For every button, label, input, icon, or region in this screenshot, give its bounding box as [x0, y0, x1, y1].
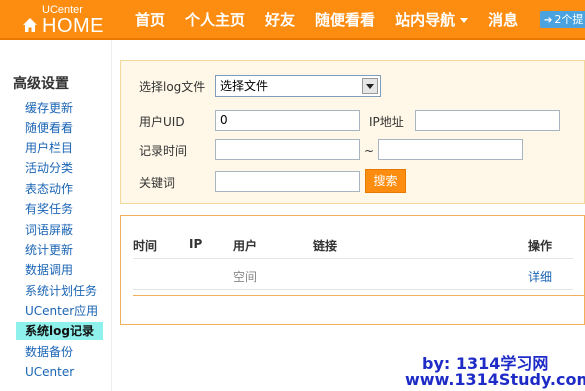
results-table: 时间 IP 用户 链接 操作 空间 详细 [133, 216, 585, 296]
notification-badge[interactable]: ➔ 2个提 [540, 11, 585, 28]
sidebar-item-reward-tasks[interactable]: 有奖任务 [25, 201, 73, 217]
time-from-input[interactable] [215, 139, 360, 160]
nav-home[interactable]: 首页 [135, 0, 165, 40]
nav-browse[interactable]: 随便看看 [315, 0, 375, 40]
results-panel: 时间 IP 用户 链接 操作 空间 详细 [120, 215, 585, 325]
sidebar-item-browse[interactable]: 随便看看 [25, 120, 73, 136]
sidebar-item-data-call[interactable]: 数据调用 [25, 262, 73, 278]
arrow-right-icon: ➔ [544, 15, 553, 26]
header-divider [133, 258, 573, 259]
col-header-link: 链接 [313, 239, 338, 253]
keyword-label: 关键词 [139, 176, 176, 190]
sidebar-item-stats-update[interactable]: 统计更新 [25, 242, 73, 258]
logfile-select[interactable]: 选择文件 [215, 75, 381, 97]
nav-site-navigation[interactable]: 站内导航 [395, 0, 469, 40]
col-header-action: 操作 [528, 239, 553, 253]
uid-label: 用户UID [139, 115, 185, 129]
uid-input[interactable]: 0 [215, 110, 360, 131]
logfile-select-value: 选择文件 [220, 79, 269, 93]
time-to-input[interactable] [378, 139, 523, 160]
site-logo[interactable]: UCenter HOME [22, 3, 112, 37]
logo-big-text: HOME [42, 15, 104, 37]
row-divider [133, 289, 573, 290]
dropdown-arrow-icon[interactable] [362, 78, 378, 94]
nav-personal-page[interactable]: 个人主页 [185, 0, 245, 40]
detail-link[interactable]: 详细 [528, 268, 552, 285]
col-header-user: 用户 [233, 239, 258, 253]
top-nav-bar: UCenter HOME 首页 个人主页 好友 随便看看 站内导航 消息 ➔ 2个… [0, 0, 585, 40]
sidebar-item-data-backup[interactable]: 数据备份 [25, 344, 73, 360]
nav-site-navigation-label: 站内导航 [395, 11, 456, 29]
chevron-down-icon [460, 18, 469, 23]
logfile-label: 选择log文件 [139, 80, 206, 94]
col-header-ip: IP [189, 237, 203, 251]
nav-messages[interactable]: 消息 [488, 0, 518, 40]
col-header-time: 时间 [133, 239, 158, 253]
sidebar-item-cache-update[interactable]: 缓存更新 [25, 100, 73, 116]
home-icon [23, 18, 37, 32]
time-label: 记录时间 [139, 144, 188, 158]
sidebar-item-scheduled-tasks[interactable]: 系统计划任务 [25, 283, 97, 299]
sidebar-title: 高级设置 [13, 76, 69, 92]
sidebar-item-ucenter-apps[interactable]: UCenter应用 [25, 303, 98, 319]
cell-user: 空间 [233, 270, 258, 284]
ip-input[interactable] [415, 110, 560, 131]
sidebar-item-attitude-actions[interactable]: 表态动作 [25, 181, 73, 197]
sidebar-item-ucenter[interactable]: UCenter [25, 364, 74, 380]
search-button[interactable]: 搜索 [365, 169, 406, 193]
keyword-input[interactable] [215, 171, 360, 192]
watermark-url: www.1314Study.com [405, 370, 585, 389]
sidebar-item-system-log[interactable]: 系统log记录 [16, 322, 103, 340]
sidebar-item-word-filter[interactable]: 词语屏蔽 [25, 222, 73, 238]
sidebar-item-user-columns[interactable]: 用户栏目 [25, 140, 73, 156]
nav-friends[interactable]: 好友 [265, 0, 295, 40]
main-nav: 首页 个人主页 好友 随便看看 站内导航 消息 [135, 0, 538, 40]
ip-label: IP地址 [369, 115, 404, 129]
sidebar-item-activity-categories[interactable]: 活动分类 [25, 160, 73, 176]
sidebar: 高级设置 缓存更新 随便看看 用户栏目 活动分类 表态动作 有奖任务 词语屏蔽 … [0, 40, 112, 391]
log-search-form: 选择log文件 选择文件 用户UID 0 IP地址 记录时间 ~ 关键词 搜索 [120, 60, 585, 204]
notification-badge-text: 2个提 [554, 13, 584, 26]
time-separator: ~ [364, 144, 375, 158]
